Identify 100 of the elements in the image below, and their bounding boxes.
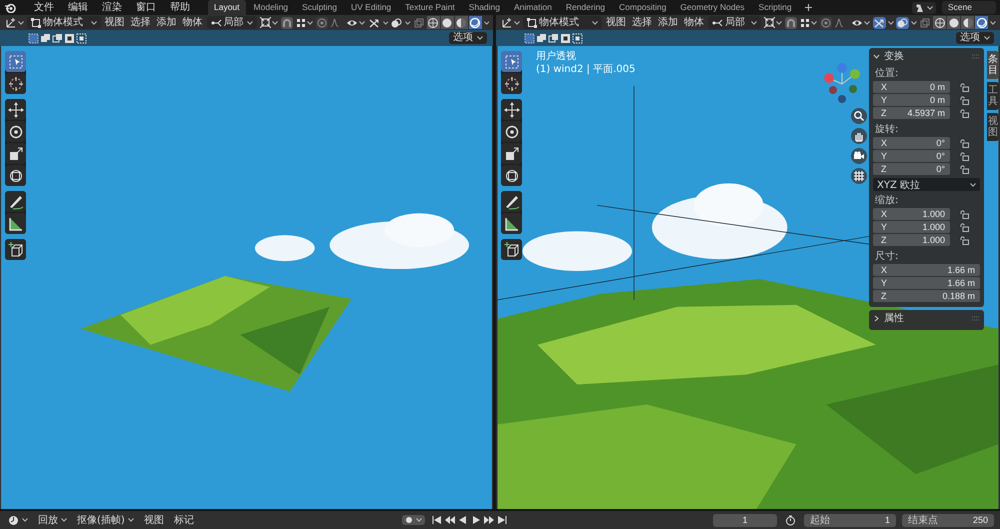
scene-field[interactable]: Scene: [942, 1, 996, 14]
number-field[interactable]: Z 1.000: [873, 234, 950, 246]
shading-mode-button[interactable]: [440, 16, 454, 29]
panel-title[interactable]: 变换: [884, 49, 968, 63]
workspace-tab[interactable]: Geometry Nodes: [674, 0, 751, 15]
tool-button[interactable]: [501, 73, 522, 94]
playback-button[interactable]: [444, 514, 455, 526]
snap-element-button[interactable]: [294, 16, 314, 28]
number-field[interactable]: Y 1.000: [873, 221, 950, 233]
menu-item[interactable]: 视图: [142, 513, 166, 527]
select-new-icon[interactable]: [524, 32, 535, 44]
sidebar-tab[interactable]: 视图: [987, 113, 999, 141]
number-field[interactable]: X 1.66 m: [873, 264, 980, 276]
mode-dropdown[interactable]: 物体模式: [27, 16, 101, 29]
number-field[interactable]: Z 4.5937 m: [873, 107, 950, 119]
workspace-tab[interactable]: Animation: [508, 0, 558, 15]
editor-type-button[interactable]: [6, 514, 30, 526]
menu-item[interactable]: 文件: [28, 0, 60, 15]
number-field[interactable]: Z 0.188 m: [873, 290, 980, 302]
workspace-tab[interactable]: Modeling: [248, 0, 294, 15]
menu-item[interactable]: 物体: [682, 15, 706, 30]
tool-button[interactable]: [501, 165, 522, 186]
playback-button[interactable]: [496, 514, 507, 526]
number-field[interactable]: Y 0°: [873, 150, 950, 162]
workspace-tab[interactable]: Shading: [462, 0, 506, 15]
number-field[interactable]: Y 0 m: [873, 94, 950, 106]
number-field[interactable]: X 0 m: [873, 81, 950, 93]
shading-mode-button[interactable]: [947, 16, 960, 29]
drag-handle-icon[interactable]: [972, 54, 980, 58]
orientation-dropdown[interactable]: 局部: [708, 16, 762, 29]
workspace-tab[interactable]: Texture Paint: [399, 0, 461, 15]
shading-mode-button[interactable]: [426, 16, 440, 29]
options-dropdown[interactable]: 选项: [956, 32, 994, 44]
shading-mode-button[interactable]: [454, 16, 468, 29]
number-field[interactable]: Y 1.66 m: [873, 277, 980, 289]
number-field[interactable]: Z 0°: [873, 163, 950, 175]
editor-type-button[interactable]: [4, 16, 25, 29]
gizmo-toggle[interactable]: [368, 16, 381, 28]
snap-element-button[interactable]: [799, 16, 818, 28]
plus-icon[interactable]: [804, 3, 813, 12]
tool-button[interactable]: [501, 239, 522, 260]
menu-item[interactable]: 添加: [154, 15, 179, 30]
options-dropdown[interactable]: 选项: [449, 32, 487, 44]
menu-item[interactable]: 帮助: [164, 0, 196, 15]
select-subtract-icon[interactable]: [52, 32, 63, 44]
tool-button[interactable]: [5, 99, 26, 120]
sidebar-tab[interactable]: 条目: [987, 51, 999, 79]
menu-item[interactable]: 渲染: [96, 0, 128, 15]
workspace-tab[interactable]: Compositing: [613, 0, 672, 15]
menu-item[interactable]: 视图: [102, 15, 127, 30]
chevron-right-icon[interactable]: [873, 314, 880, 322]
tool-button[interactable]: [5, 73, 26, 94]
playback-button[interactable]: [482, 514, 494, 526]
lock-icon[interactable]: [960, 236, 969, 244]
tool-button[interactable]: [5, 143, 26, 164]
tool-button[interactable]: [501, 191, 522, 212]
select-extend-icon[interactable]: [40, 32, 51, 44]
shading-mode-button[interactable]: [961, 16, 974, 29]
proportional-toggle[interactable]: [316, 16, 328, 28]
tool-button[interactable]: [5, 121, 26, 142]
workspace-tab[interactable]: Sculpting: [296, 0, 343, 15]
tool-button[interactable]: [5, 165, 26, 186]
xray-toggle[interactable]: [412, 16, 425, 28]
drag-handle-icon[interactable]: [972, 316, 980, 320]
snap-toggle[interactable]: [280, 16, 292, 28]
tool-button[interactable]: [5, 191, 26, 212]
tool-button[interactable]: [5, 239, 26, 260]
pivot-button[interactable]: [258, 16, 278, 29]
tool-button[interactable]: [501, 99, 522, 120]
proportional-toggle[interactable]: [820, 16, 832, 28]
overlay-toggle[interactable]: [390, 16, 404, 28]
snap-toggle[interactable]: [785, 16, 798, 28]
xray-toggle[interactable]: [919, 16, 932, 28]
workspace-tab[interactable]: Scripting: [752, 0, 798, 15]
tool-button[interactable]: [501, 213, 522, 234]
select-invert-icon[interactable]: [560, 32, 571, 44]
editor-type-button[interactable]: [500, 16, 521, 29]
panel-title[interactable]: 属性: [884, 311, 968, 325]
menu-item[interactable]: 回放: [36, 513, 69, 527]
overlay-toggle[interactable]: [896, 16, 910, 28]
select-invert-icon[interactable]: [64, 32, 75, 44]
lock-icon[interactable]: [960, 108, 969, 118]
lock-icon[interactable]: [960, 222, 969, 232]
menu-item[interactable]: 窗口: [130, 0, 162, 15]
menu-item[interactable]: 抠像(插帧): [75, 513, 136, 527]
lock-icon[interactable]: [960, 152, 969, 160]
select-extend-icon[interactable]: [536, 32, 547, 44]
rotation-mode-dropdown[interactable]: XYZ 欧拉: [873, 178, 980, 191]
playback-button[interactable]: [456, 514, 468, 526]
menu-item[interactable]: 选择: [630, 15, 654, 30]
lock-icon[interactable]: [960, 82, 969, 92]
lock-icon[interactable]: [960, 138, 969, 148]
orientation-dropdown[interactable]: 局部: [206, 16, 256, 29]
mode-dropdown[interactable]: 物体模式: [523, 16, 602, 29]
menu-item[interactable]: 选择: [128, 15, 153, 30]
tool-button[interactable]: [501, 121, 522, 142]
select-intersect-icon[interactable]: [76, 32, 87, 44]
tool-button[interactable]: [5, 213, 26, 234]
workspace-tab[interactable]: Layout: [208, 0, 246, 15]
preview-range-toggle[interactable]: [783, 514, 798, 526]
